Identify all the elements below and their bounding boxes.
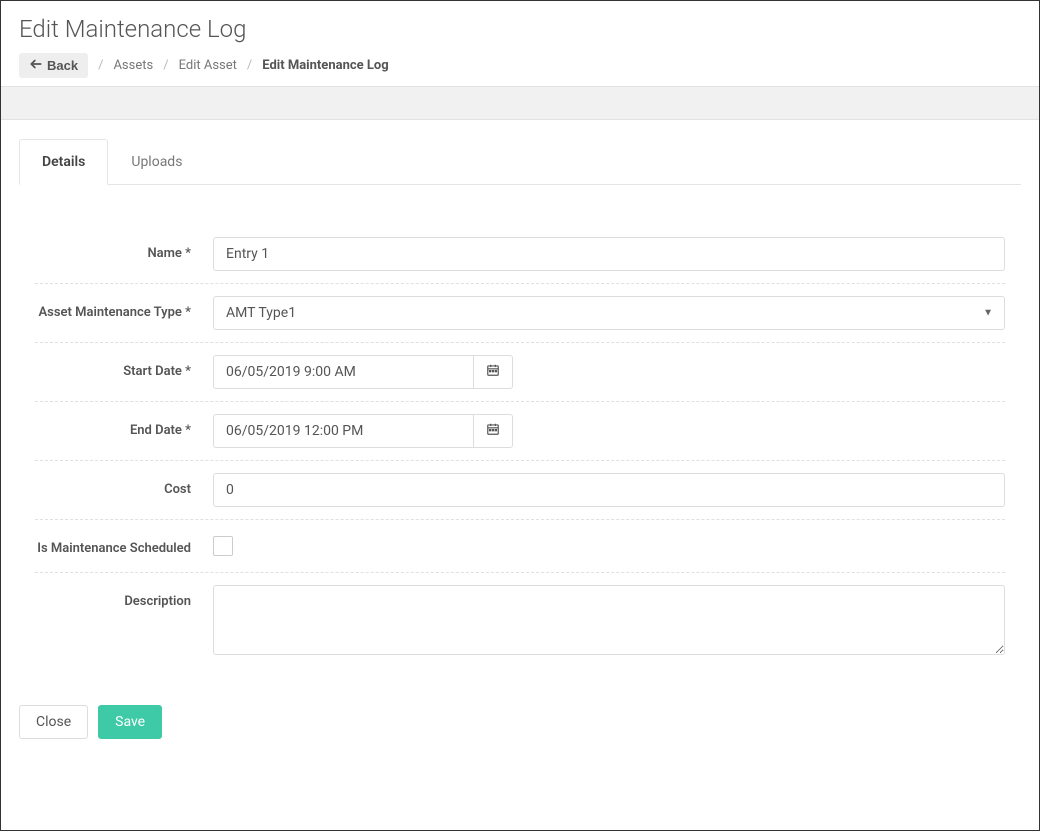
end-date-picker-button[interactable]: [473, 414, 513, 448]
tab-details[interactable]: Details: [19, 139, 108, 185]
calendar-icon: [486, 422, 500, 440]
name-field[interactable]: [213, 237, 1005, 271]
tabs: Details Uploads: [19, 138, 1021, 185]
breadcrumb-separator: /: [98, 58, 103, 73]
breadcrumb-assets[interactable]: Assets: [113, 58, 153, 73]
start-date-field[interactable]: [213, 355, 473, 389]
page-title: Edit Maintenance Log: [19, 15, 1021, 43]
toolbar-band: [1, 86, 1039, 120]
type-label: Asset Maintenance Type *: [35, 296, 213, 322]
save-button[interactable]: Save: [98, 705, 162, 739]
scheduled-checkbox[interactable]: [213, 536, 233, 556]
type-select[interactable]: AMT Type1: [213, 296, 1005, 330]
end-date-label: End Date *: [35, 414, 213, 440]
breadcrumb-separator: /: [247, 58, 252, 73]
cost-label: Cost: [35, 473, 213, 499]
description-field[interactable]: [213, 585, 1005, 655]
footer-actions: Close Save: [1, 699, 1039, 757]
breadcrumb: Back / Assets / Edit Asset / Edit Mainte…: [19, 53, 1021, 78]
start-date-label: Start Date *: [35, 355, 213, 381]
form-details: Name * Asset Maintenance Type * AMT Type…: [19, 185, 1021, 681]
end-date-field[interactable]: [213, 414, 473, 448]
back-button[interactable]: Back: [19, 53, 88, 78]
start-date-picker-button[interactable]: [473, 355, 513, 389]
name-label: Name *: [35, 237, 213, 263]
scheduled-label: Is Maintenance Scheduled: [35, 532, 213, 558]
back-button-label: Back: [47, 58, 78, 73]
breadcrumb-separator: /: [163, 58, 168, 73]
breadcrumb-current: Edit Maintenance Log: [262, 58, 388, 73]
calendar-icon: [486, 363, 500, 381]
cost-field[interactable]: [213, 473, 1005, 507]
tab-uploads[interactable]: Uploads: [108, 139, 205, 185]
arrow-left-icon: [29, 57, 43, 74]
close-button[interactable]: Close: [19, 705, 88, 739]
breadcrumb-edit-asset[interactable]: Edit Asset: [179, 58, 237, 73]
description-label: Description: [35, 585, 213, 611]
